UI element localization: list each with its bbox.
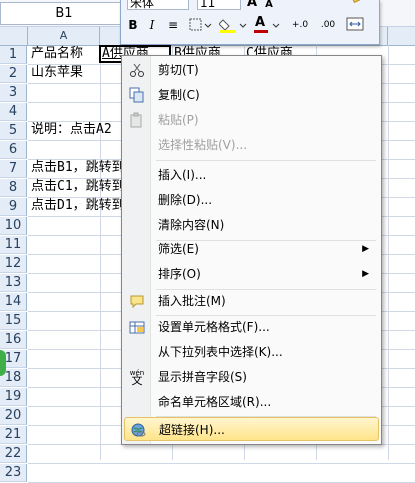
borders-icon[interactable]	[187, 16, 213, 34]
row-header[interactable]: 6	[0, 141, 27, 159]
row-header[interactable]: 7	[0, 160, 27, 178]
font-name-box[interactable]: 宋体	[127, 0, 189, 10]
scissors-icon	[129, 62, 145, 78]
row-header[interactable]: 9	[0, 198, 27, 216]
menu-label-pick-from-list: 从下拉列表中选择(K)...	[158, 345, 283, 359]
menu-label-filter: 筛选(E)	[158, 242, 199, 256]
merge-cells-icon[interactable]	[345, 16, 365, 34]
row-gridline	[28, 463, 415, 464]
menu-item-insert-comment[interactable]: 插入批注(M)	[124, 289, 379, 313]
row-header[interactable]: 15	[0, 312, 27, 330]
select-all-corner[interactable]	[0, 27, 28, 45]
row-header[interactable]: 16	[0, 331, 27, 349]
menu-label-clear-contents: 清除内容(N)	[158, 218, 225, 232]
submenu-arrow-icon: ▶	[362, 269, 369, 279]
fill-color-icon[interactable]	[218, 16, 249, 34]
column-header-a[interactable]: A	[28, 27, 100, 45]
menu-item-hyperlink[interactable]: 超链接(H)...	[124, 417, 379, 441]
row-header[interactable]: 20	[0, 407, 27, 425]
menu-label-hyperlink: 超链接(H)...	[159, 423, 225, 437]
name-box[interactable]: B1	[0, 2, 128, 25]
menu-label-paste-special: 选择性粘贴(V)...	[158, 138, 248, 152]
menu-label-sort: 排序(O)	[158, 267, 201, 281]
cell-a9[interactable]: 点击D1，跳转到	[31, 197, 121, 215]
grow-font-button[interactable]: A	[245, 0, 259, 12]
cell-a1[interactable]: 产品名称	[31, 45, 83, 63]
row-header[interactable]: 21	[0, 426, 27, 444]
menu-label-insert: 插入(I)...	[158, 168, 207, 182]
row-header[interactable]: 8	[0, 179, 27, 197]
submenu-arrow-icon: ▶	[362, 244, 369, 254]
paste-icon	[129, 112, 145, 128]
menu-item-delete[interactable]: 删除(D)...	[124, 188, 379, 212]
row-header[interactable]: 4	[0, 103, 27, 121]
menu-item-insert[interactable]: 插入(I)...	[124, 163, 379, 187]
menu-label-define-name: 命名单元格区域(R)...	[158, 395, 272, 409]
cell-a7[interactable]: 点击B1，跳转到	[31, 159, 121, 177]
decrease-decimal-button[interactable]: .00	[315, 16, 341, 34]
menu-item-sort[interactable]: 排序(O) ▶	[124, 262, 379, 286]
format-cells-icon	[129, 319, 145, 335]
menu-label-phonetic: 显示拼音字段(S)	[158, 370, 247, 384]
menu-label-paste: 粘贴(P)	[158, 113, 199, 127]
menu-label-cut: 剪切(T)	[158, 63, 199, 77]
row-header[interactable]: 5	[0, 122, 27, 140]
shrink-font-button[interactable]: A	[263, 0, 275, 14]
increase-decimal-button[interactable]: +.0	[287, 16, 313, 34]
menu-label-format-cells: 设置单元格格式(F)...	[158, 320, 270, 334]
mini-toolbar: 宋体 11 A A B I ≡ A +.0 .00	[120, 0, 380, 45]
format-painter-icon[interactable]	[349, 0, 369, 10]
align-center-button[interactable]: ≡	[165, 16, 181, 34]
row-header[interactable]: 10	[0, 217, 27, 235]
menu-item-clear-contents[interactable]: 清除内容(N)	[124, 213, 379, 237]
menu-item-filter[interactable]: 筛选(E) ▶	[124, 237, 379, 261]
context-menu: 剪切(T) 复制(C) 粘贴(P) 选择性粘贴(V)... 插入(I)... 删…	[121, 55, 382, 445]
row-header[interactable]: 23	[0, 464, 27, 482]
font-color-letter: A	[255, 15, 266, 30]
globe-link-icon	[130, 422, 146, 438]
status-indicator	[0, 350, 6, 376]
row-header[interactable]: 14	[0, 293, 27, 311]
font-color-icon[interactable]: A	[253, 15, 283, 34]
menu-item-phonetic[interactable]: wén 文 显示拼音字段(S)	[124, 365, 379, 389]
cell-a8[interactable]: 点击C1，跳转到	[31, 178, 121, 196]
font-size-box[interactable]: 11	[197, 0, 241, 10]
comment-icon	[129, 293, 145, 309]
copy-icon	[129, 87, 145, 103]
row-header[interactable]: 11	[0, 236, 27, 254]
row-header[interactable]: 22	[0, 445, 27, 463]
row-header[interactable]: 3	[0, 84, 27, 102]
menu-separator	[156, 160, 376, 161]
italic-button[interactable]: I	[145, 16, 159, 34]
menu-label-insert-comment: 插入批注(M)	[158, 294, 226, 308]
menu-label-delete: 删除(D)...	[158, 193, 213, 207]
cell-a2[interactable]: 山东苹果	[31, 64, 83, 82]
menu-item-copy[interactable]: 复制(C)	[124, 83, 379, 107]
menu-item-paste-special[interactable]: 选择性粘贴(V)...	[124, 133, 379, 157]
menu-item-format-cells[interactable]: 设置单元格格式(F)...	[124, 315, 379, 339]
menu-label-copy: 复制(C)	[158, 88, 200, 102]
phonetic-icon: wén 文	[129, 369, 145, 387]
menu-item-pick-from-list[interactable]: 从下拉列表中选择(K)...	[124, 340, 379, 364]
menu-item-cut[interactable]: 剪切(T)	[124, 58, 379, 82]
row-header[interactable]: 12	[0, 255, 27, 273]
row-header[interactable]: 19	[0, 388, 27, 406]
bold-button[interactable]: B	[125, 16, 141, 34]
menu-item-paste[interactable]: 粘贴(P)	[124, 108, 379, 132]
row-header[interactable]: 1	[0, 46, 27, 64]
cell-a5[interactable]: 说明：点击A2	[31, 121, 121, 139]
row-header[interactable]: 2	[0, 65, 27, 83]
menu-item-define-name[interactable]: 命名单元格区域(R)...	[124, 390, 379, 414]
row-header[interactable]: 13	[0, 274, 27, 292]
